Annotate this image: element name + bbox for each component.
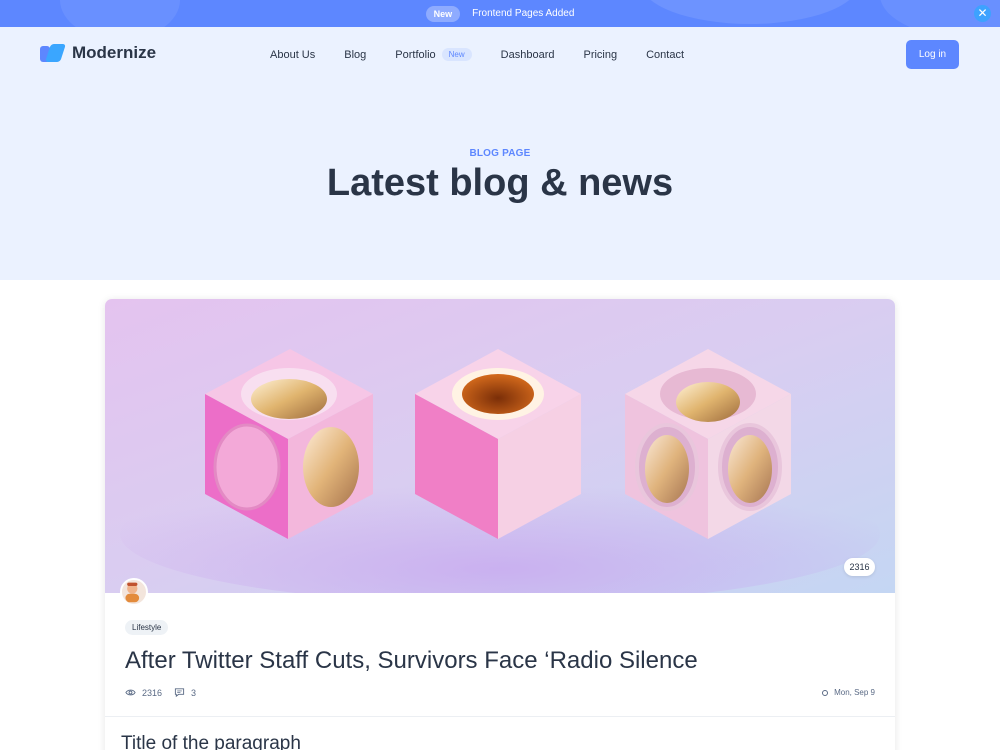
comment-icon [174, 688, 185, 698]
new-badge: New [441, 48, 472, 61]
author-avatar[interactable] [120, 578, 148, 606]
announcement-badge: New [425, 5, 461, 22]
nav-item-portfolio[interactable]: Portfolio New [395, 48, 472, 61]
section-title: Title of the paragraph [121, 733, 301, 750]
nav-item-about-us[interactable]: About Us [270, 49, 315, 61]
comments-count: 3 [191, 687, 197, 698]
post-cover-image [105, 299, 895, 593]
brand-logo[interactable]: Modernize [40, 43, 156, 63]
page-eyebrow: BLOG PAGE [469, 148, 531, 159]
category-tag[interactable]: Lifestyle [125, 620, 169, 635]
blog-post-card[interactable]: 2316 Lifestyle After Twitter Staff Cuts,… [105, 299, 895, 750]
eye-icon [125, 689, 136, 696]
page-title: Latest blog & news [326, 162, 674, 204]
post-meta: 2316 3 [125, 687, 208, 698]
nav-item-blog[interactable]: Blog [344, 49, 366, 61]
views-count-badge: 2316 [844, 558, 875, 576]
brand-name: Modernize [72, 43, 157, 62]
announcement-bar: New Frontend Pages Added ✕ [0, 0, 1000, 27]
divider [105, 716, 895, 717]
site-header: Modernize About Us Blog Portfolio New Da… [0, 27, 1000, 82]
nav-item-dashboard[interactable]: Dashboard [501, 49, 555, 61]
close-icon[interactable]: ✕ [974, 5, 991, 22]
calendar-dot-icon [822, 689, 829, 696]
nav-item-contact[interactable]: Contact [646, 49, 684, 61]
avatar-illustration [122, 580, 143, 603]
login-button[interactable]: Log in [906, 40, 959, 69]
post-title[interactable]: After Twitter Staff Cuts, Survivors Face… [125, 647, 698, 675]
post-date: Mon, Sep 9 [822, 688, 875, 697]
decorative-shape [60, 0, 180, 27]
post-date-text: Mon, Sep 9 [834, 688, 875, 697]
logo-icon [40, 44, 66, 62]
announcement-link[interactable]: Frontend Pages Added [472, 8, 574, 19]
nav-item-pricing[interactable]: Pricing [583, 49, 617, 61]
views-count: 2316 [142, 687, 163, 698]
main-nav: About Us Blog Portfolio New Dashboard Pr… [270, 48, 713, 61]
decorative-shape [640, 0, 860, 24]
